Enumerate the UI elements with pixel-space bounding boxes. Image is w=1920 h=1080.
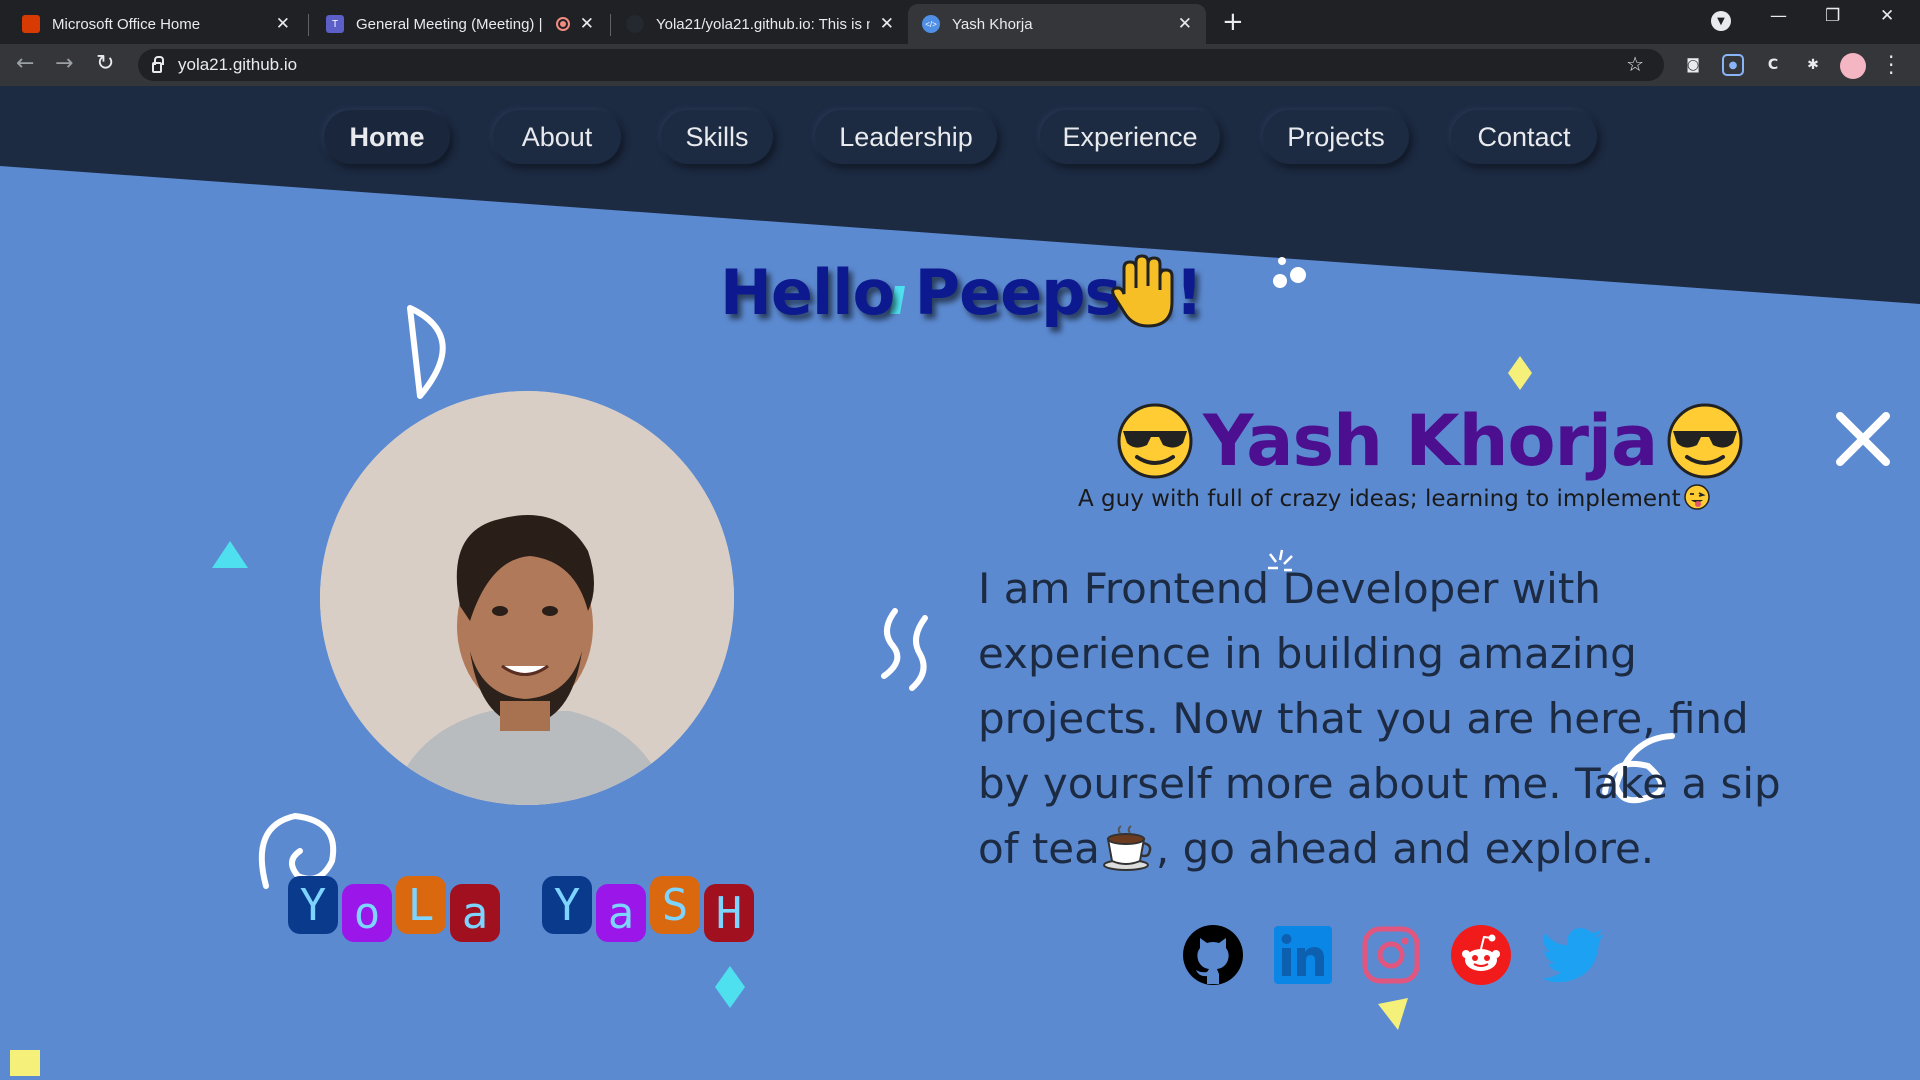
raised-hand-icon	[1111, 254, 1174, 328]
new-tab-button[interactable]: +	[1222, 7, 1244, 37]
browser-toolbar: ← → ↻ yola21.github.io ☆ ◙ ● C ✱ · · ·	[0, 44, 1920, 86]
tab-microsoft-office[interactable]: Microsoft Office Home ✕	[8, 4, 304, 44]
dot-shape	[1290, 267, 1306, 283]
yola-yash-logo: Y o L a Y a S H	[288, 876, 758, 942]
close-icon[interactable]: ✕	[880, 14, 894, 34]
browser-tab-bar: Microsoft Office Home ✕ T General Meetin…	[0, 0, 1920, 44]
recording-icon	[555, 17, 570, 31]
lock-icon	[152, 55, 164, 73]
tab-yash-khorja[interactable]: </> Yash Khorja ✕	[908, 4, 1206, 44]
close-icon[interactable]: ✕	[580, 14, 594, 34]
tab-divider	[610, 14, 611, 36]
portfolio-page: Home About Skills Leadership Experience …	[0, 86, 1920, 1080]
logo-tile: Y	[542, 876, 592, 934]
kebab-menu-icon[interactable]: · · ·	[1888, 47, 1894, 83]
squiggle-shape	[881, 608, 928, 691]
tab-title: Yash Khorja	[952, 15, 1033, 33]
logo-tile: a	[596, 884, 646, 942]
close-icon[interactable]: ✕	[276, 14, 290, 34]
name-heading: Yash Khorja	[1203, 400, 1658, 482]
tab-github-repo[interactable]: Yola21/yola21.github.io: This is m ✕	[612, 4, 908, 44]
bio-paragraph: I am Frontend Developer with experience …	[978, 556, 1808, 881]
github-link[interactable]	[1182, 924, 1244, 986]
reddit-icon	[1451, 925, 1511, 985]
instagram-icon	[1362, 926, 1420, 984]
twitter-icon	[1542, 928, 1604, 982]
tab-teams-meeting[interactable]: T General Meeting (Meeting) | ✕	[312, 4, 608, 44]
triangle-shape	[212, 541, 248, 568]
logo-tile: H	[704, 884, 754, 942]
tab-title: Microsoft Office Home	[52, 15, 201, 33]
diamond-shape	[715, 966, 745, 1008]
restore-button[interactable]: ❐	[1825, 6, 1840, 26]
url-text[interactable]: yola21.github.io	[178, 55, 297, 75]
tagline: A guy with full of crazy ideas; learning…	[1078, 483, 1711, 512]
sunglasses-face-icon	[1667, 403, 1743, 479]
reddit-link[interactable]	[1450, 924, 1512, 986]
github-icon	[1183, 925, 1243, 985]
minimize-button[interactable]: —	[1770, 6, 1787, 26]
logo-tile: a	[450, 884, 500, 942]
close-icon[interactable]: ✕	[1178, 14, 1192, 34]
tab-divider	[308, 14, 309, 36]
tea-cup-icon	[1102, 825, 1152, 871]
code-icon: </>	[922, 15, 940, 33]
address-bar[interactable]: yola21.github.io ☆	[138, 49, 1664, 81]
profile-photo	[320, 391, 734, 805]
logo-tile: L	[396, 876, 446, 934]
screen-recorder-extension-icon[interactable]: ●	[1722, 54, 1744, 76]
puzzle-extensions-icon[interactable]: ✱	[1802, 54, 1824, 76]
instagram-link[interactable]	[1362, 926, 1420, 984]
tab-title: General Meeting (Meeting) |	[356, 15, 543, 33]
half-circle-shape	[407, 305, 446, 399]
tab-search-icon[interactable]: ▼	[1711, 11, 1731, 31]
back-arrow-icon[interactable]: ←	[16, 51, 34, 76]
office-icon	[22, 15, 40, 33]
twitter-link[interactable]	[1542, 928, 1606, 982]
camera-extension-icon[interactable]: ◙	[1682, 54, 1704, 76]
forward-arrow-icon[interactable]: →	[55, 51, 73, 76]
bio-text-end: , go ahead and explore.	[1155, 824, 1655, 873]
teams-icon: T	[326, 15, 344, 33]
logo-tile: Y	[288, 876, 338, 934]
dot-shape	[1278, 257, 1286, 265]
tagline-text: A guy with full of crazy ideas; learning…	[1078, 486, 1681, 512]
bookmark-star-icon[interactable]: ☆	[1626, 52, 1644, 76]
logo-tile: S	[650, 876, 700, 934]
github-icon	[626, 15, 644, 33]
linkedin-link[interactable]	[1274, 926, 1332, 984]
triangle-shape	[1378, 998, 1408, 1030]
name-heading-row: Yash Khorja	[1115, 391, 1745, 491]
logo-tile: o	[342, 884, 392, 942]
reload-icon[interactable]: ↻	[96, 51, 114, 76]
linkedin-icon	[1274, 926, 1332, 984]
x-shape	[1836, 412, 1890, 466]
tab-title: Yola21/yola21.github.io: This is m	[656, 15, 870, 33]
sunglasses-face-icon	[1117, 403, 1193, 479]
diamond-shape	[1508, 356, 1532, 390]
window-close-button[interactable]: ✕	[1880, 6, 1894, 26]
dot-shape	[1273, 274, 1287, 288]
code-extension-icon[interactable]: C	[1762, 54, 1784, 76]
winking-tongue-face-icon	[1683, 484, 1710, 510]
profile-avatar[interactable]	[1840, 53, 1866, 79]
social-links	[1182, 924, 1636, 986]
square-shape	[10, 1050, 40, 1076]
